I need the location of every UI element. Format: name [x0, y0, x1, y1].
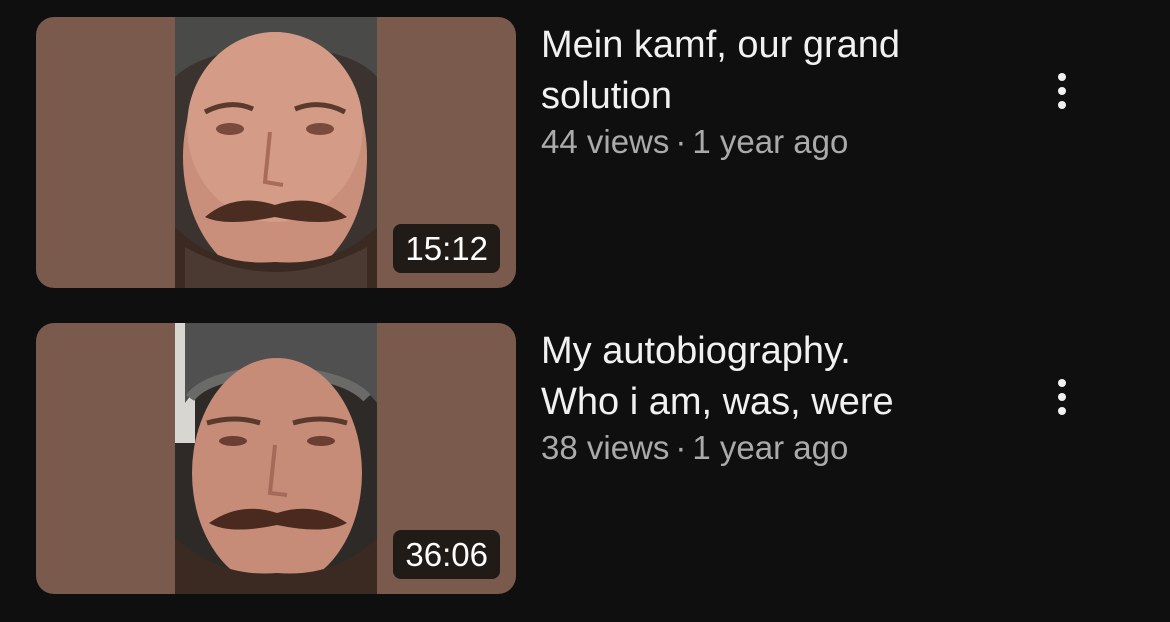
video-thumbnail[interactable]: 15:12: [36, 17, 516, 288]
video-title-line: Who i am, was, were: [541, 381, 894, 423]
upload-age: 1 year ago: [692, 429, 849, 466]
more-options-button[interactable]: [1038, 367, 1086, 427]
more-vertical-icon: [1058, 87, 1066, 95]
video-list: 15:12 Mein kamf, our grand solution 44 v…: [0, 0, 1170, 622]
video-stats: 38 views · 1 year ago: [541, 428, 981, 468]
duration-badge: 15:12: [393, 224, 500, 273]
view-count: 44 views: [541, 123, 670, 160]
thumbnail-image: [175, 17, 377, 288]
more-vertical-icon: [1058, 407, 1066, 415]
video-title[interactable]: Mein kamf, our grand solution: [541, 20, 981, 122]
video-item[interactable]: 15:12 Mein kamf, our grand solution 44 v…: [0, 17, 1170, 289]
view-count: 38 views: [541, 429, 670, 466]
video-title-line: solution: [541, 75, 672, 117]
more-vertical-icon: [1058, 379, 1066, 387]
video-thumbnail[interactable]: 36:06: [36, 323, 516, 594]
meta-separator: ·: [675, 123, 687, 160]
more-vertical-icon: [1058, 73, 1066, 81]
more-vertical-icon: [1058, 393, 1066, 401]
thumbnail-image: [175, 323, 377, 594]
upload-age: 1 year ago: [692, 123, 849, 160]
video-meta: Mein kamf, our grand solution 44 views · 1…: [541, 20, 981, 162]
duration-badge: 36:06: [393, 530, 500, 579]
video-title[interactable]: My autobiography. Who i am, was, were: [541, 326, 981, 428]
video-meta: My autobiography. Who i am, was, were 38…: [541, 326, 981, 468]
video-stats: 44 views · 1 year ago: [541, 122, 981, 162]
video-title-line: Mein kamf, our grand: [541, 24, 901, 66]
meta-separator: ·: [675, 429, 687, 466]
video-title-line: My autobiography.: [541, 330, 851, 372]
video-item[interactable]: 36:06 My autobiography. Who i am, was, w…: [0, 323, 1170, 595]
more-options-button[interactable]: [1038, 61, 1086, 121]
more-vertical-icon: [1058, 101, 1066, 109]
